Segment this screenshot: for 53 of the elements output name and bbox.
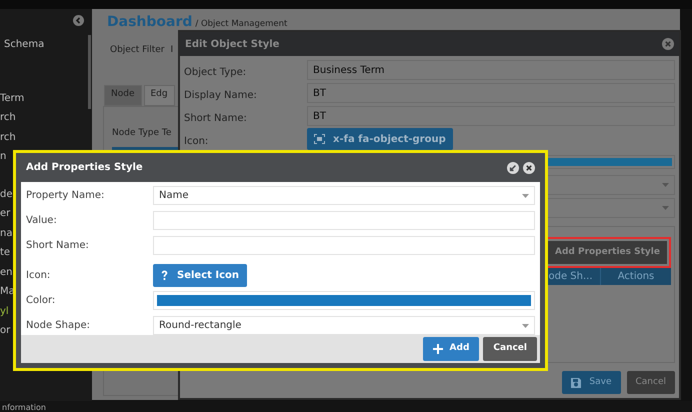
sidebar-item[interactable]: te bbox=[0, 245, 10, 260]
select-field[interactable]: Name bbox=[153, 186, 535, 205]
caret-icon bbox=[662, 183, 669, 187]
question-icon bbox=[161, 270, 168, 280]
sidebar-item[interactable]: n bbox=[0, 149, 6, 164]
section-label: Node Type Te bbox=[112, 128, 172, 138]
field-label: Value: bbox=[26, 214, 58, 228]
tab[interactable]: Edg bbox=[144, 84, 175, 106]
field-label: Object Type: bbox=[184, 67, 246, 78]
field-label: Icon: bbox=[26, 268, 52, 282]
caret-icon bbox=[662, 206, 669, 210]
field-label: Icon: bbox=[184, 136, 208, 147]
select-icon-button[interactable]: Select Icon bbox=[153, 264, 248, 286]
page-title: Dashboard bbox=[107, 14, 192, 30]
text-input[interactable] bbox=[153, 236, 535, 255]
icon-button[interactable]: x-fa fa-object-group bbox=[307, 128, 453, 150]
status-text: nformation bbox=[2, 403, 46, 412]
dialog-title: Add Properties Style bbox=[26, 161, 143, 175]
field-label: Display Name: bbox=[184, 90, 257, 101]
color-field[interactable] bbox=[153, 291, 535, 310]
sidebar-item[interactable]: or bbox=[0, 323, 10, 338]
select-field[interactable]: Round-rectangle bbox=[153, 316, 535, 335]
sidebar-item[interactable]: Term bbox=[0, 90, 24, 106]
field-label: Short Name: bbox=[26, 239, 90, 253]
caret-icon bbox=[522, 324, 529, 328]
text-input[interactable] bbox=[153, 211, 535, 230]
object-group-icon bbox=[314, 134, 325, 144]
toolbar-item[interactable]: I bbox=[170, 44, 174, 58]
dialog-title: Edit Object Style bbox=[185, 38, 280, 52]
field-label: Short Name: bbox=[184, 113, 247, 124]
close-icon[interactable] bbox=[523, 162, 535, 174]
restore-icon[interactable] bbox=[507, 162, 519, 174]
cancel-button[interactable]: Cancel bbox=[483, 337, 537, 361]
text-field[interactable]: BT bbox=[307, 83, 675, 103]
sidebar-item[interactable]: rch bbox=[0, 110, 16, 126]
sidebar-item[interactable]: en bbox=[0, 264, 12, 280]
plus-icon bbox=[432, 344, 443, 354]
sidebar-item[interactable]: er bbox=[0, 206, 10, 222]
breadcrumb: / Object Management bbox=[195, 19, 288, 29]
sidebar-item[interactable]: Schema bbox=[4, 37, 44, 52]
field-label: Color: bbox=[26, 294, 56, 308]
sidebar-item[interactable]: de bbox=[0, 186, 12, 202]
add-button[interactable]: Add bbox=[422, 337, 480, 361]
sidebar-item[interactable]: yl bbox=[0, 304, 9, 319]
field-label: Node Shape: bbox=[26, 319, 91, 333]
text-field[interactable]: Business Term bbox=[307, 60, 675, 80]
field-label: Property Name: bbox=[26, 189, 106, 203]
sidebar-item[interactable]: rch bbox=[0, 130, 16, 145]
collapse-icon[interactable] bbox=[73, 15, 84, 26]
text-field[interactable]: BT bbox=[307, 106, 675, 126]
toolbar-item[interactable]: Object Filter bbox=[110, 44, 164, 58]
column-header[interactable]: Actions bbox=[600, 268, 671, 285]
sidebar-item[interactable]: na bbox=[0, 226, 12, 241]
